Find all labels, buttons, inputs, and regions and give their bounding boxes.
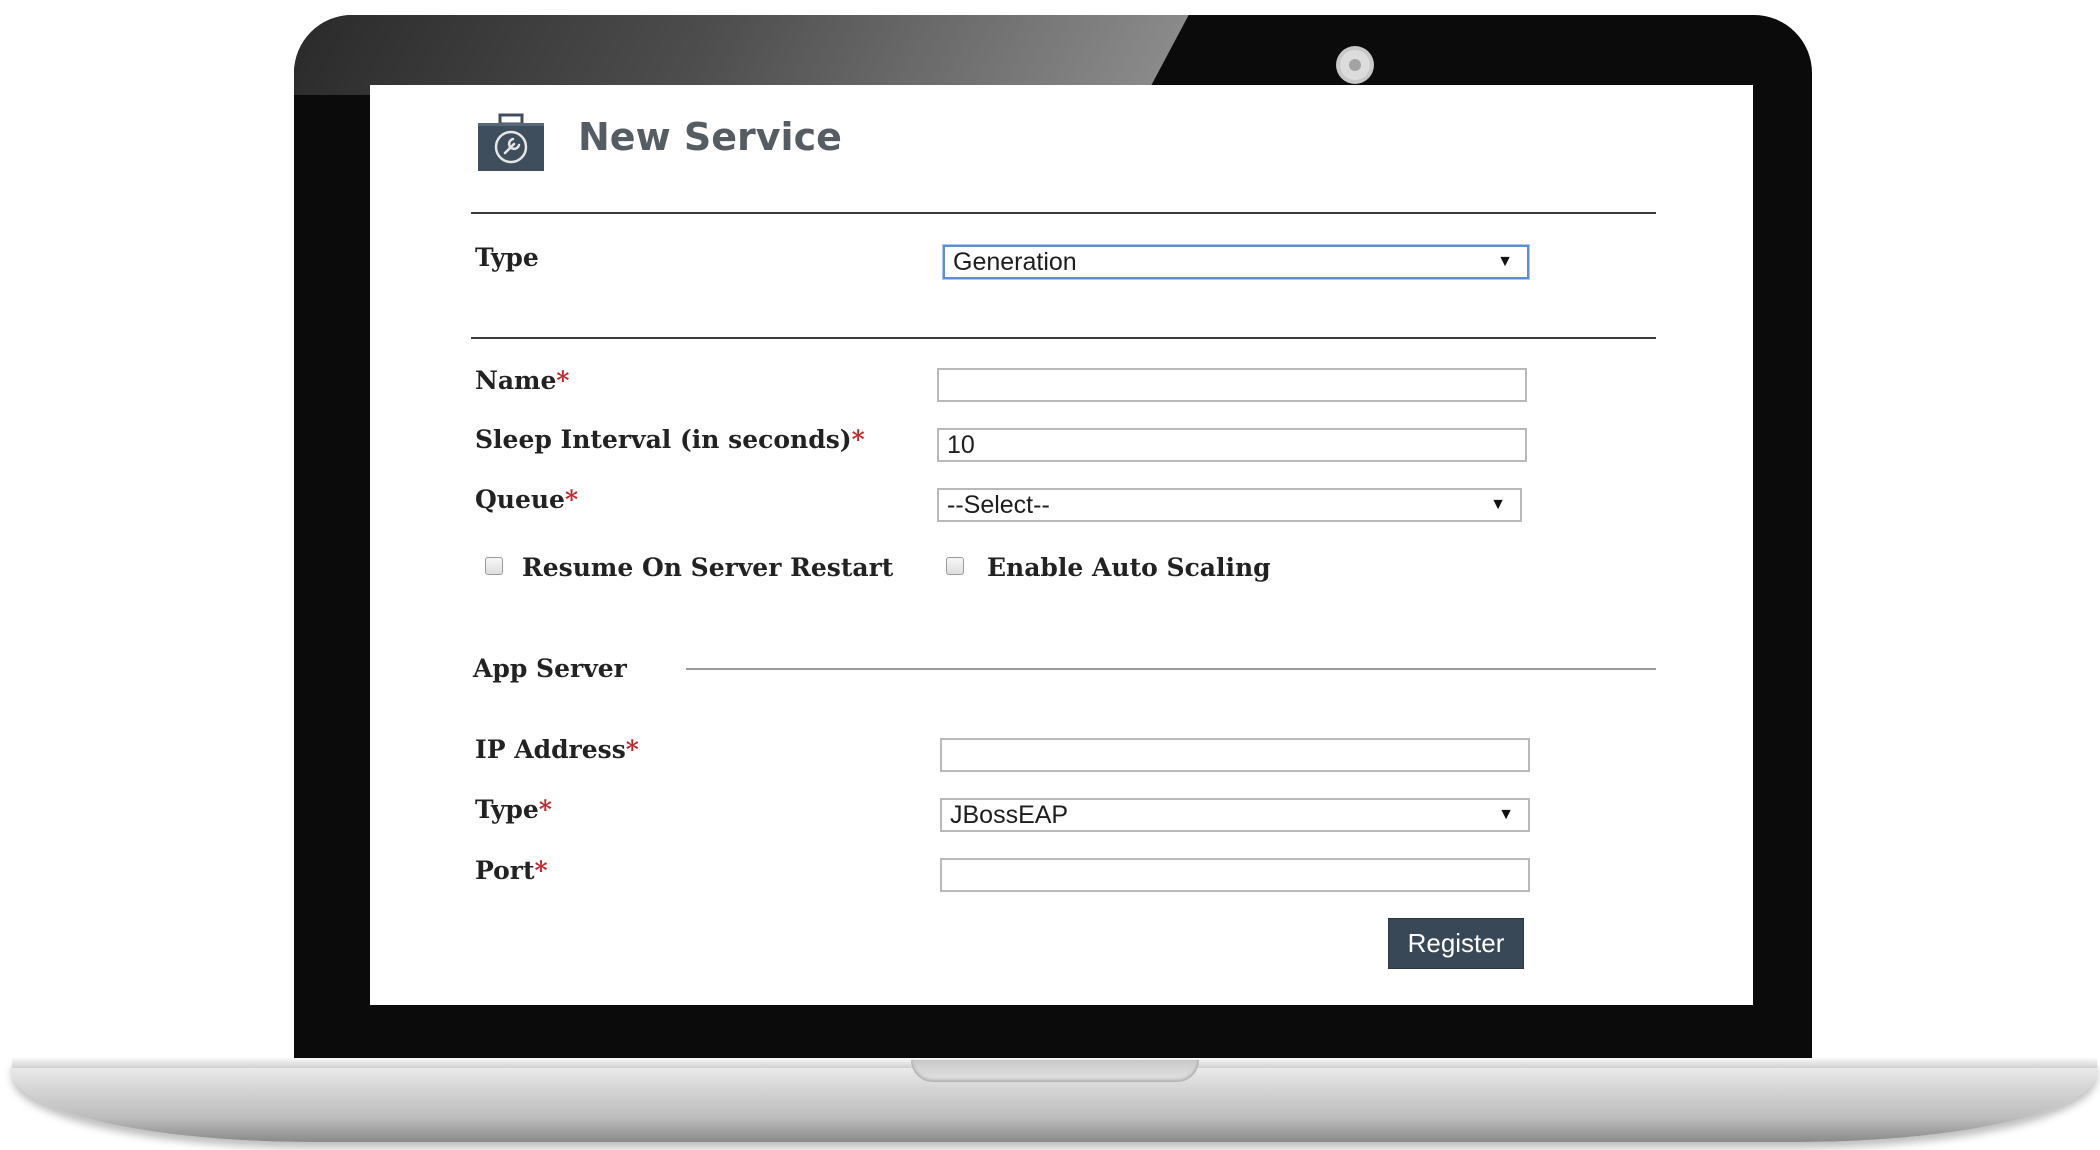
type-select-value: Generation — [953, 248, 1077, 276]
app-server-heading: App Server — [473, 654, 627, 683]
page-title: New Service — [578, 115, 842, 159]
server-type-select[interactable]: JBossEAP ▼ — [940, 798, 1530, 832]
resume-on-restart-label: Resume On Server Restart — [522, 553, 894, 582]
type-label: Type — [475, 243, 539, 272]
app-server-divider — [686, 668, 1656, 670]
required-marker: * — [534, 856, 548, 885]
register-button[interactable]: Register — [1388, 918, 1524, 969]
required-marker: * — [538, 795, 552, 824]
queue-select[interactable]: --Select-- ▼ — [937, 488, 1522, 522]
type-divider — [471, 337, 1656, 339]
sleep-interval-label: Sleep Interval (in seconds)* — [475, 425, 865, 454]
chevron-down-icon: ▼ — [1490, 496, 1506, 513]
required-marker: * — [564, 485, 579, 514]
resume-on-restart-checkbox[interactable] — [485, 557, 503, 575]
required-marker: * — [625, 735, 639, 764]
ip-address-input[interactable] — [940, 738, 1530, 772]
laptop-notch — [911, 1060, 1199, 1082]
server-type-label: Type* — [475, 795, 552, 824]
ip-address-label: IP Address* — [475, 735, 639, 764]
name-label: Name* — [475, 366, 570, 395]
header-divider — [471, 212, 1656, 214]
port-input[interactable] — [940, 858, 1530, 892]
camera-icon — [1340, 50, 1370, 80]
auto-scaling-label: Enable Auto Scaling — [987, 553, 1271, 582]
queue-label: Queue* — [475, 485, 579, 514]
type-select[interactable]: Generation ▼ — [943, 245, 1529, 279]
queue-select-value: --Select-- — [947, 491, 1050, 519]
toolbox-wrench-icon — [478, 113, 544, 171]
app-screen: New Service Type Generation ▼ Name* Slee… — [370, 85, 1753, 1005]
chevron-down-icon: ▼ — [1497, 253, 1513, 270]
chevron-down-icon: ▼ — [1498, 806, 1514, 823]
lid-reflection — [294, 15, 1195, 95]
sleep-interval-input[interactable]: 10 — [937, 428, 1527, 462]
port-label: Port* — [475, 856, 548, 885]
auto-scaling-checkbox[interactable] — [946, 557, 964, 575]
required-marker: * — [556, 366, 570, 395]
server-type-select-value: JBossEAP — [950, 801, 1069, 829]
name-input[interactable] — [937, 368, 1527, 402]
required-marker: * — [851, 425, 865, 454]
